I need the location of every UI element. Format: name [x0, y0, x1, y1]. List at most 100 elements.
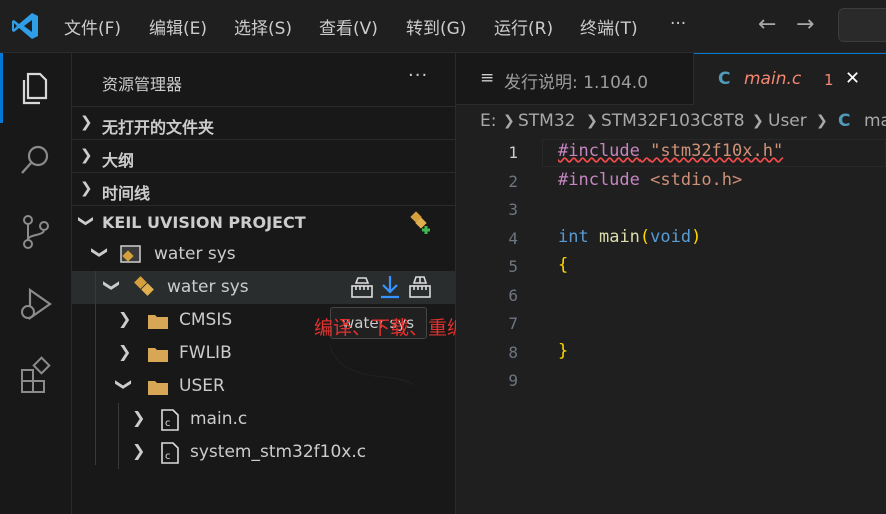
vscode-logo-icon[interactable]: [10, 11, 40, 41]
breadcrumb-item[interactable]: STM32F103C8T8: [601, 111, 745, 131]
tab-label: main.c: [744, 69, 802, 89]
code-line: }: [558, 341, 569, 361]
c-language-icon: C: [838, 111, 851, 131]
c-file-icon: c: [161, 409, 179, 431]
chevron-down-icon: ❯: [91, 245, 111, 260]
download-icon[interactable]: [378, 274, 402, 300]
svg-text:c: c: [165, 451, 171, 462]
tree-item-label: USER: [179, 376, 225, 396]
section-label: 无打开的文件夹: [102, 118, 215, 137]
sidebar-title: 资源管理器: [102, 75, 183, 94]
menu-terminal[interactable]: 终端(T): [580, 14, 638, 39]
close-icon[interactable]: ✕: [845, 68, 860, 89]
section-outline[interactable]: ❯ 大纲: [72, 139, 455, 172]
section-label: KEIL UVISION PROJECT: [102, 213, 306, 232]
chevron-right-icon: ❯: [118, 342, 132, 361]
section-label: 大纲: [102, 151, 135, 170]
command-center-input[interactable]: [838, 8, 886, 42]
chevron-down-icon: ❯: [103, 278, 123, 293]
tree-item-file-system[interactable]: ❯ c system_stm32f10x.c: [72, 436, 455, 469]
rebuild-icon[interactable]: [408, 275, 432, 299]
menu-view[interactable]: 查看(V): [319, 14, 378, 39]
menu-more[interactable]: ···: [670, 14, 686, 34]
handwritten-stroke: [329, 344, 415, 386]
tree-item-file-main[interactable]: ❯ c main.c: [72, 403, 455, 436]
chevron-right-icon: ❯: [80, 113, 93, 131]
tree-item-project[interactable]: ❯ water sys: [72, 238, 455, 271]
sidebar-more-button[interactable]: ···: [408, 65, 428, 86]
tree-item-label: main.c: [190, 409, 248, 429]
line-number: 1: [508, 143, 518, 162]
tree-item-target[interactable]: ❯ water sys: [72, 271, 455, 304]
c-language-icon: C: [718, 69, 731, 89]
chevron-down-icon: ❯: [77, 214, 96, 228]
explorer-sidebar: 资源管理器 ··· ❯ 无打开的文件夹 ❯ 大纲 ❯ 时间线 ❯ KEIL UV…: [72, 53, 456, 514]
line-number: 5: [508, 257, 518, 276]
breadcrumb-item[interactable]: User: [768, 111, 807, 131]
chevron-right-icon: ❯: [80, 146, 93, 164]
menu-run[interactable]: 运行(R): [494, 14, 553, 39]
line-number: 9: [508, 371, 518, 390]
code-line: #include "stm32f10x.h": [558, 141, 784, 161]
source-control-icon[interactable]: [16, 212, 56, 252]
chevron-right-icon: ❯: [816, 113, 828, 129]
tree-item-label: water sys: [154, 244, 236, 264]
section-timeline[interactable]: ❯ 时间线: [72, 172, 455, 205]
search-icon[interactable]: [16, 140, 56, 180]
section-label: 时间线: [102, 184, 151, 203]
chevron-right-icon: ❯: [752, 113, 764, 129]
code-line: int main(void): [558, 227, 702, 247]
tab-label: 发行说明: 1.104.0: [504, 73, 649, 93]
chevron-down-icon: ❯: [115, 377, 135, 392]
tree-item-label: water sys: [167, 277, 249, 297]
title-bar: 文件(F) 编辑(E) 选择(S) 查看(V) 转到(G) 运行(R) 终端(T…: [0, 0, 886, 53]
chevron-right-icon: ❯: [503, 113, 515, 129]
menu-go[interactable]: 转到(G): [406, 14, 466, 39]
back-arrow-icon[interactable]: ←: [758, 12, 776, 37]
editor-tabs: ≡ 发行说明: 1.104.0 C main.c 1 ✕: [456, 53, 886, 105]
build-icon[interactable]: [350, 275, 374, 299]
target-icon: [134, 276, 154, 296]
extensions-icon[interactable]: [16, 356, 56, 396]
active-indicator: [0, 53, 3, 123]
forward-arrow-icon[interactable]: →: [796, 12, 814, 37]
line-number: 6: [508, 286, 518, 305]
code-editor[interactable]: 1 2 3 4 5 6 7 8 9 #include "stm32f10x.h"…: [456, 139, 886, 514]
chevron-right-icon: ❯: [132, 408, 146, 427]
menu-edit[interactable]: 编辑(E): [149, 14, 207, 39]
folder-icon: [148, 381, 168, 395]
menu-selection[interactable]: 选择(S): [234, 14, 292, 39]
section-open-folder[interactable]: ❯ 无打开的文件夹: [72, 106, 455, 139]
chevron-right-icon: ❯: [80, 179, 93, 197]
line-number: 3: [508, 200, 518, 219]
chevron-right-icon: ❯: [132, 441, 146, 460]
tab-main-c[interactable]: C main.c 1 ✕: [694, 53, 886, 105]
chevron-right-icon: ❯: [118, 309, 132, 328]
add-project-icon[interactable]: [408, 210, 434, 236]
folder-icon: [148, 348, 168, 362]
breadcrumb-item[interactable]: E:: [480, 111, 496, 131]
c-file-icon: c: [161, 442, 179, 464]
problem-count-badge: 1: [824, 71, 834, 89]
svg-text:c: c: [165, 418, 171, 429]
line-number: 2: [508, 172, 518, 191]
code-line: #include <stdio.h>: [558, 170, 743, 190]
folder-icon: [148, 315, 168, 329]
tree-item-label: system_stm32f10x.c: [190, 442, 367, 462]
line-number: 4: [508, 229, 518, 248]
menu-file[interactable]: 文件(F): [64, 14, 121, 39]
list-icon: ≡: [480, 68, 495, 88]
line-number: 7: [508, 314, 518, 333]
breadcrumb-item[interactable]: STM32: [518, 111, 575, 131]
chevron-right-icon: ❯: [586, 113, 598, 129]
line-number: 8: [508, 343, 518, 362]
code-line: {: [558, 255, 569, 275]
explorer-icon[interactable]: [16, 68, 56, 108]
breadcrumb-item[interactable]: ma: [864, 111, 886, 131]
run-debug-icon[interactable]: [16, 284, 56, 324]
section-keil-project[interactable]: ❯ KEIL UVISION PROJECT: [72, 205, 455, 238]
tree-item-label: FWLIB: [179, 343, 232, 363]
tab-release-notes[interactable]: ≡ 发行说明: 1.104.0: [456, 53, 694, 105]
breadcrumb: E: ❯ STM32 ❯ STM32F103C8T8 ❯ User ❯ C ma: [456, 105, 886, 139]
project-icon: [120, 245, 141, 263]
